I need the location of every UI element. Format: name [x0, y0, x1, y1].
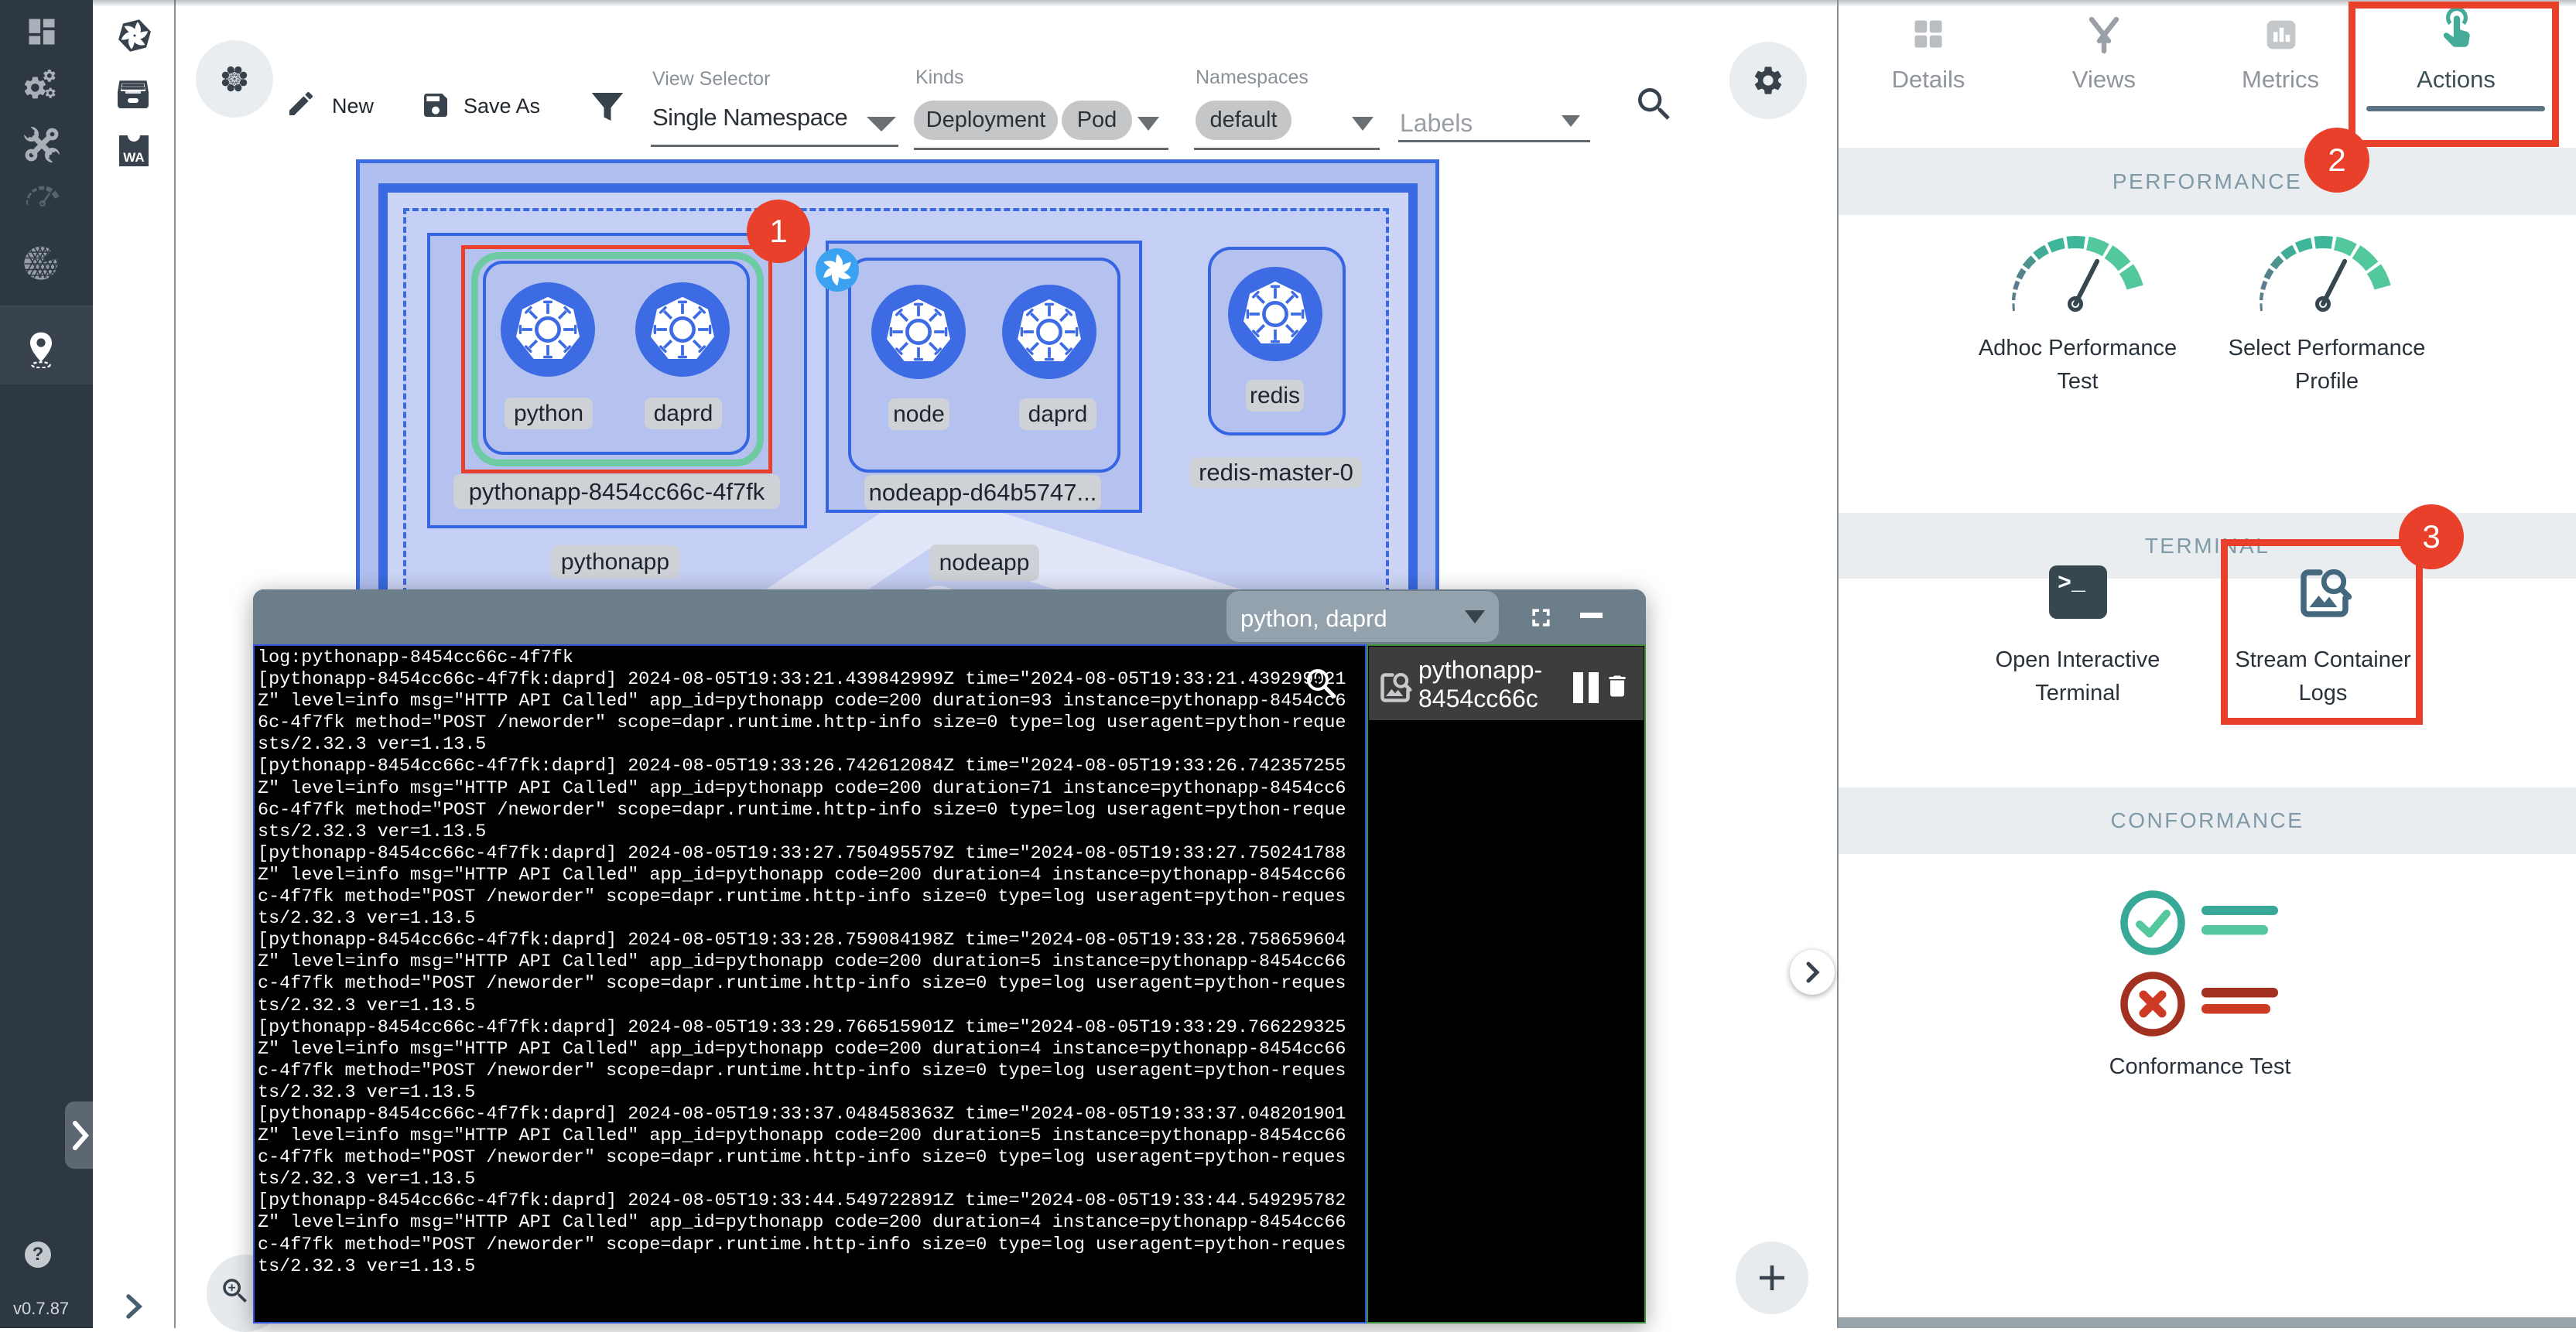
svg-text:WA: WA: [123, 150, 144, 165]
